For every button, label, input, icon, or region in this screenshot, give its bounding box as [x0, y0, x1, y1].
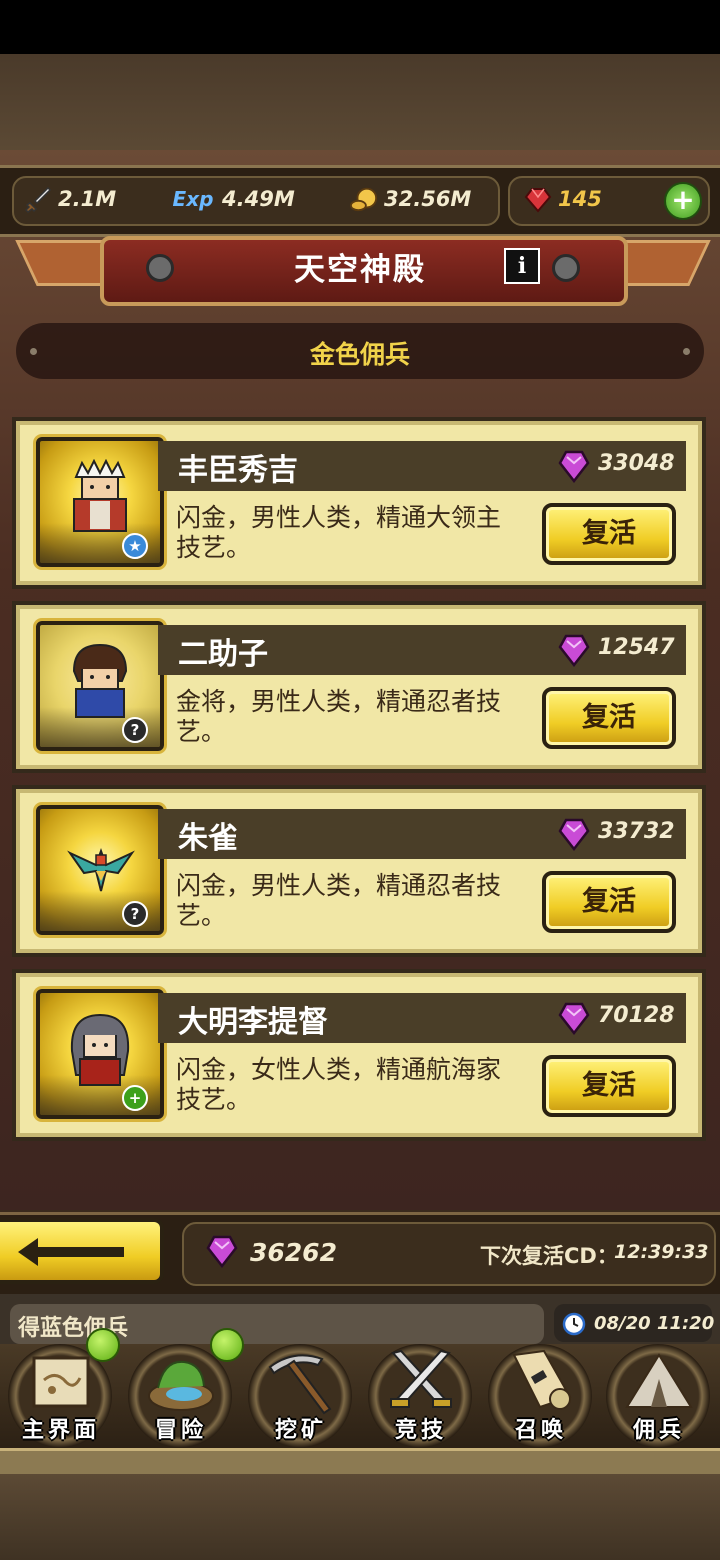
mercenary-card: ★ 丰臣秀吉 33048 闪金，男性人类，精通大领主技艺。 复活 [12, 417, 706, 589]
status-bar [0, 0, 720, 54]
gem-total: 36262 [250, 1238, 337, 1267]
island-icon [148, 1360, 214, 1411]
ruby-icon [524, 185, 552, 213]
clock-time: 08/20 11:20 [594, 1313, 715, 1334]
nav-shelf [0, 1448, 720, 1477]
question-badge-icon: ? [122, 717, 148, 743]
page-title: 天空神殿 [294, 252, 426, 288]
nav-mining[interactable]: 挖矿 [242, 1338, 360, 1450]
clock-icon [562, 1312, 586, 1336]
map-background-top [0, 54, 720, 154]
info-button[interactable]: i [504, 248, 540, 284]
add-rubies-button[interactable]: + [664, 182, 702, 220]
nav-label: 主界面 [21, 1418, 100, 1443]
revive-button[interactable]: 复活 [542, 687, 676, 749]
back-arrow-icon [18, 1238, 124, 1266]
nav-label: 竞技 [394, 1418, 447, 1443]
section-title: 金色佣兵 [309, 340, 410, 369]
ruby-value: 145 [558, 187, 602, 211]
star-badge-icon: ★ [122, 533, 148, 559]
purple-gem-icon [558, 634, 590, 667]
mercenary-description: 闪金，男性人类，精通大领主技艺。 [176, 503, 502, 562]
mercenary-name: 大明李提督 [178, 1005, 328, 1040]
mercenary-card: ? 二助子 12547 金将，男性人类，精通忍者技艺。 复活 [12, 601, 706, 773]
revive-cost: 70128 [598, 1003, 675, 1028]
coin-stack-icon [350, 185, 378, 213]
plus-badge-icon: + [122, 1085, 148, 1111]
exp-value: 4.49M [222, 187, 295, 211]
question-badge-icon: ? [122, 901, 148, 927]
revive-cooldown-label: 下次复活CD： [480, 1244, 618, 1268]
nav-label: 冒险 [154, 1418, 207, 1443]
nav-label: 挖矿 [274, 1418, 327, 1443]
revive-cooldown-timer: 12:39:33 [614, 1241, 709, 1263]
purple-gem-icon [558, 450, 590, 483]
mercenary-name: 朱雀 [178, 821, 238, 856]
nav-summon[interactable]: 召唤 [482, 1338, 600, 1450]
revive-button[interactable]: 复活 [542, 1055, 676, 1117]
exp-icon: Exp [172, 187, 214, 211]
exp-stat: Exp 4.49M [170, 184, 295, 214]
revive-cost: 33732 [598, 819, 675, 844]
coin-stat: 32.56M [350, 184, 471, 214]
mercenary-name: 丰臣秀吉 [178, 453, 298, 488]
attack-stat: 2.1M [24, 184, 116, 214]
mercenary-description: 闪金，女性人类，精通航海家技艺。 [176, 1055, 502, 1114]
pickaxe-icon [268, 1354, 332, 1415]
back-button[interactable] [0, 1218, 164, 1284]
revive-button[interactable]: 复活 [542, 503, 676, 565]
sword-icon [24, 185, 52, 213]
mercenary-card: + 大明李提督 70128 闪金，女性人类，精通航海家技艺。 复活 [12, 969, 706, 1141]
coin-value: 32.56M [384, 187, 472, 211]
nav-label: 佣兵 [632, 1418, 685, 1443]
revive-button[interactable]: 复活 [542, 871, 676, 933]
admiral-girl-avatar-icon [70, 1013, 130, 1086]
phoenix-avatar-icon [67, 848, 135, 892]
revive-cost: 12547 [598, 635, 675, 660]
nav-arena[interactable]: 竞技 [362, 1338, 480, 1450]
mercenary-description: 闪金，男性人类，精通忍者技艺。 [176, 871, 502, 930]
mercenary-name: 二助子 [178, 637, 268, 672]
attack-value: 2.1M [58, 187, 117, 211]
notification-dot-icon [210, 1328, 244, 1362]
purple-gem-icon [558, 1002, 590, 1035]
revive-cost: 33048 [598, 451, 675, 476]
scroll-map-icon [32, 1356, 90, 1408]
crossed-swords-icon [390, 1349, 452, 1408]
tent-icon [625, 1353, 693, 1408]
warlord-avatar-icon [73, 459, 127, 532]
nav-label: 召唤 [514, 1418, 567, 1443]
nav-mercenary[interactable]: 佣兵 [600, 1338, 718, 1450]
purple-gem-icon [558, 818, 590, 851]
mercenary-card: ? 朱雀 33732 闪金，男性人类，精通忍者技艺。 复活 [12, 785, 706, 957]
map-background-bottom [0, 1474, 720, 1560]
purple-gem-icon [206, 1235, 238, 1268]
ruby-stat: 145 [524, 184, 602, 214]
mercenary-description: 金将，男性人类，精通忍者技艺。 [176, 687, 502, 746]
summon-scroll-icon [512, 1349, 572, 1410]
notification-dot-icon [86, 1328, 120, 1362]
ninja-boy-avatar-icon [72, 643, 128, 718]
